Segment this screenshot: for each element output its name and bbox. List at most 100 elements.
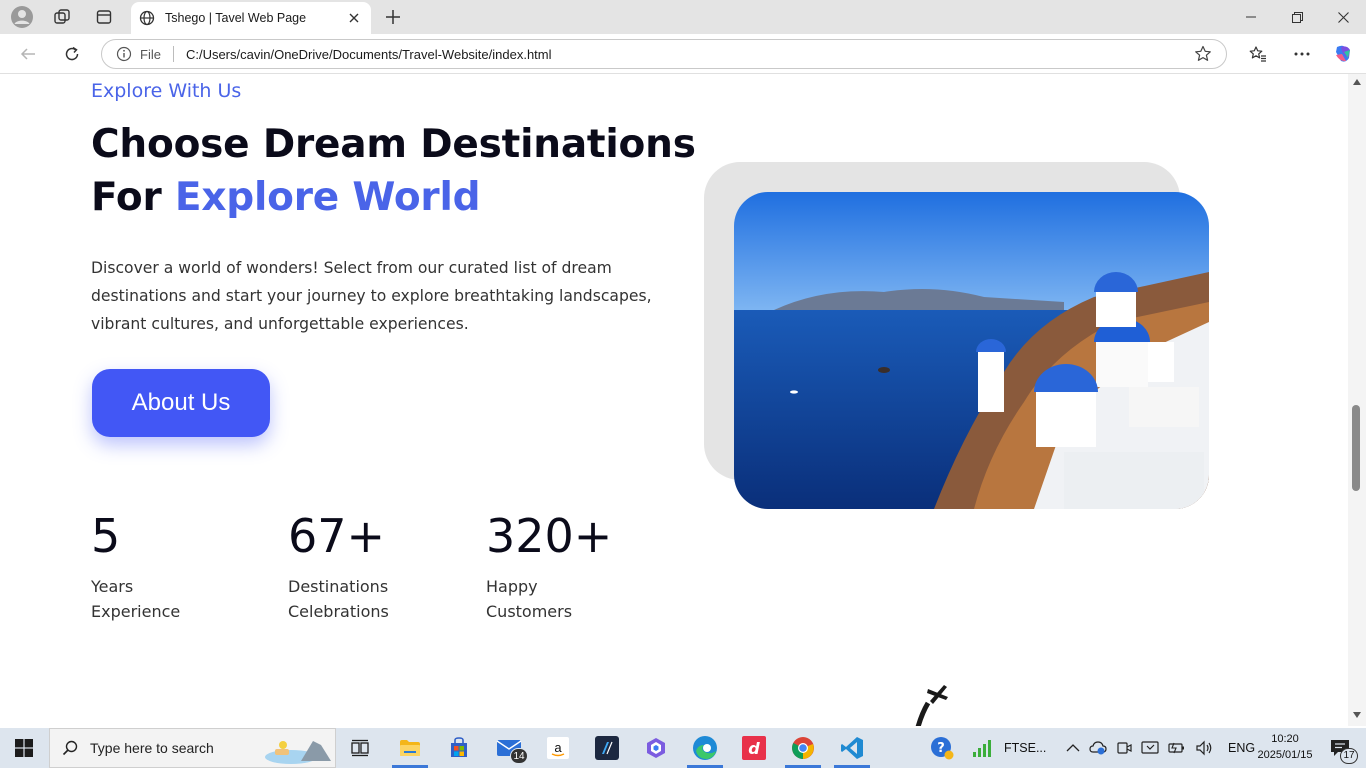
- favorites-icon: [1249, 46, 1266, 62]
- browser-toolbar: File C:/Users/cavin/OneDrive/Documents/T…: [0, 34, 1366, 74]
- plus-icon: [386, 10, 400, 24]
- taskbar-edge[interactable]: [681, 728, 729, 768]
- terminal-app-icon: [595, 736, 619, 760]
- browser-tab-bar: Tshego | Tavel Web Page: [0, 0, 1366, 34]
- close-icon: [1337, 11, 1349, 23]
- about-us-button[interactable]: About Us: [92, 369, 270, 437]
- chrome-icon: [792, 737, 814, 759]
- taskbar-task-view[interactable]: [336, 728, 384, 768]
- system-tray: ENG: [1066, 728, 1255, 768]
- dictionary-icon: d: [742, 736, 766, 760]
- stat-years: 5 Years Experience: [91, 506, 281, 624]
- start-button[interactable]: [0, 728, 48, 768]
- stock-widget[interactable]: FTSE...: [972, 728, 1046, 768]
- tab-title: Tshego | Tavel Web Page: [165, 11, 307, 25]
- search-placeholder: Type here to search: [90, 740, 214, 756]
- minimize-button[interactable]: [1228, 0, 1274, 34]
- address-bar[interactable]: File C:/Users/cavin/OneDrive/Documents/T…: [101, 39, 1227, 69]
- windows-logo-icon: [15, 739, 33, 757]
- taskbar-file-explorer[interactable]: [386, 728, 434, 768]
- volume-icon[interactable]: [1195, 740, 1213, 756]
- workspaces-button[interactable]: [48, 4, 76, 30]
- active-tab[interactable]: Tshego | Tavel Web Page: [131, 2, 371, 34]
- refresh-button[interactable]: [57, 40, 87, 68]
- settings-more-button[interactable]: [1287, 40, 1317, 68]
- search-highlight-icon: [265, 741, 331, 764]
- tab-close-button[interactable]: [345, 9, 363, 27]
- back-button[interactable]: [13, 40, 43, 68]
- taskbar-amazon[interactable]: a: [534, 728, 582, 768]
- taskbar-mail[interactable]: 14: [485, 728, 533, 768]
- profile-button[interactable]: [8, 4, 36, 30]
- new-tab-button[interactable]: [380, 4, 406, 30]
- headline-accent: Explore World: [174, 175, 481, 220]
- copilot-button[interactable]: [1328, 40, 1358, 68]
- destination-image: [734, 192, 1209, 509]
- taskbar-vscode[interactable]: [828, 728, 876, 768]
- vscode-icon: [841, 737, 863, 759]
- scroll-thumb[interactable]: [1352, 405, 1360, 491]
- folder-icon: [400, 740, 420, 756]
- restore-icon: [1291, 11, 1303, 23]
- taskbar-dictionary-app[interactable]: d: [730, 728, 778, 768]
- vertical-tabs-button[interactable]: [90, 4, 118, 30]
- more-dots-icon: [1294, 52, 1310, 56]
- stat-label: Years Experience: [91, 577, 181, 621]
- display-icon[interactable]: [1141, 740, 1159, 756]
- windows-taskbar: Type here to search 14 a d ? FTSE... ENG…: [0, 728, 1366, 768]
- star-icon[interactable]: [1194, 45, 1212, 63]
- meet-now-icon[interactable]: [1116, 740, 1132, 756]
- workspaces-icon: [54, 9, 70, 24]
- stat-label: Destinations Celebrations: [288, 577, 389, 621]
- page-title: Choose Dream Destinations For Explore Wo…: [91, 118, 711, 224]
- copilot-icon: [1336, 45, 1350, 62]
- taskbar-chrome[interactable]: [779, 728, 827, 768]
- stat-value: 320+: [486, 509, 613, 563]
- santorini-photo: [734, 192, 1209, 509]
- headline-line-2-plain: For: [91, 175, 175, 220]
- cloud-sync-icon[interactable]: [1089, 740, 1107, 756]
- taskbar-help[interactable]: ?: [918, 728, 966, 768]
- stat-value: 67+: [288, 509, 386, 563]
- address-url[interactable]: C:/Users/cavin/OneDrive/Documents/Travel…: [186, 47, 1194, 62]
- mail-badge: 14: [510, 748, 528, 764]
- battery-icon[interactable]: [1168, 741, 1186, 755]
- svg-text:a: a: [554, 740, 562, 755]
- svg-text:d: d: [748, 739, 760, 758]
- copilot-icon: [647, 738, 665, 758]
- info-icon: [116, 46, 132, 62]
- headline-line-1: Choose Dream Destinations: [91, 122, 696, 167]
- taskbar-store[interactable]: [435, 728, 483, 768]
- tab-actions-icon: [96, 10, 112, 24]
- stat-value: 5: [91, 509, 121, 563]
- help-icon: ?: [931, 737, 954, 760]
- web-page: Explore With Us Choose Dream Destination…: [4, 74, 1348, 726]
- language-indicator[interactable]: ENG: [1228, 741, 1255, 755]
- page-scrollbar[interactable]: [1348, 74, 1366, 726]
- minimize-icon: [1246, 16, 1256, 18]
- clock-date: 2025/01/15: [1257, 749, 1313, 761]
- close-window-button[interactable]: [1320, 0, 1366, 34]
- hero-description: Discover a world of wonders! Select from…: [91, 259, 652, 333]
- globe-icon: [139, 10, 155, 26]
- section-eyebrow: Explore With Us: [91, 80, 242, 102]
- svg-text:?: ?: [937, 741, 945, 756]
- taskbar-clock[interactable]: 10:20 2025/01/15: [1255, 731, 1315, 763]
- clock-time: 10:20: [1271, 733, 1299, 745]
- restore-button[interactable]: [1274, 0, 1320, 34]
- arrow-left-icon: [20, 48, 35, 60]
- airplane-icon: [915, 685, 948, 726]
- chevron-up-icon[interactable]: [1066, 743, 1080, 753]
- taskbar-search[interactable]: Type here to search: [49, 728, 336, 768]
- scroll-up-icon[interactable]: [1352, 78, 1362, 86]
- notification-center-button[interactable]: 17: [1316, 728, 1364, 768]
- address-scheme-label: File: [140, 46, 161, 62]
- stat-customers: 320+ Happy Customers: [486, 506, 676, 624]
- taskbar-app-dark[interactable]: [583, 728, 631, 768]
- favorites-button[interactable]: [1243, 40, 1273, 68]
- edge-icon: [693, 736, 717, 760]
- scroll-down-icon[interactable]: [1352, 711, 1362, 719]
- taskbar-copilot[interactable]: [632, 728, 680, 768]
- notification-count-badge: 17: [1340, 748, 1358, 764]
- stat-label: Happy Customers: [486, 577, 573, 621]
